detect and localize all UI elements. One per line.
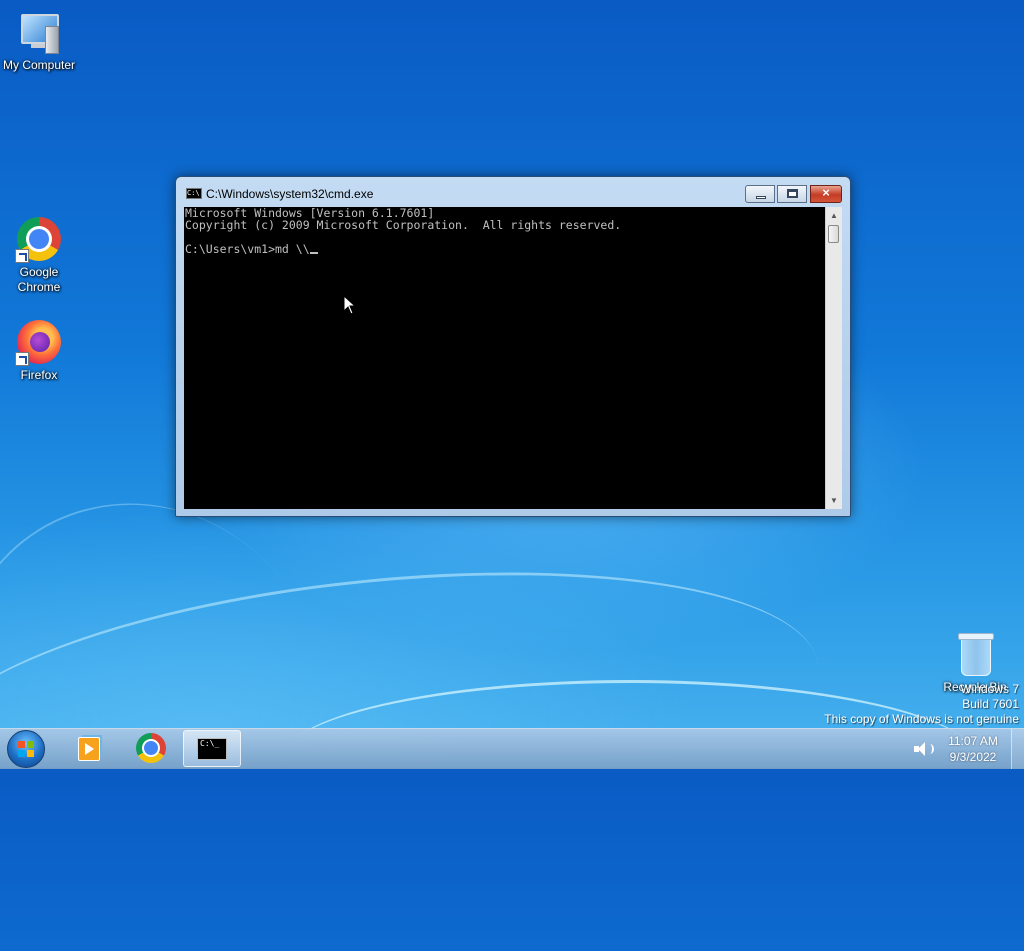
watermark-line: Windows 7 [960,682,1019,696]
chrome-icon [15,215,63,263]
scroll-up-arrow-icon[interactable]: ▲ [826,207,842,224]
console-area[interactable]: Microsoft Windows [Version 6.1.7601] Cop… [184,207,842,509]
windows-logo-icon [18,741,34,757]
cmd-icon[interactable]: C:\ [186,188,202,199]
chrome-icon [136,733,166,763]
shortcut-arrow-icon [15,352,29,366]
start-button[interactable] [7,730,45,768]
tray-clock[interactable]: 11:07 AM 9/3/2022 [940,733,1006,765]
cmd-window[interactable]: C:\ C:\Windows\system32\cmd.exe × Micros… [175,176,851,517]
scroll-thumb[interactable] [828,225,839,243]
wallpaper-swoosh [0,533,832,890]
firefox-icon [15,318,63,366]
cmd-titlebar[interactable]: C:\ C:\Windows\system32\cmd.exe × [176,177,850,207]
taskbar-media-player-button[interactable] [60,730,118,767]
clock-time: 11:07 AM [948,734,998,748]
desktop-icon-firefox[interactable]: Firefox [0,318,78,383]
close-icon: × [822,185,830,200]
vertical-scrollbar[interactable]: ▲ ▼ [825,207,842,509]
mouse-pointer-icon [343,295,357,315]
scroll-down-arrow-icon[interactable]: ▼ [826,492,842,509]
text-cursor [309,252,318,254]
desktop-icon-label: Google Chrome [17,265,61,294]
volume-icon[interactable] [914,741,934,757]
maximize-button[interactable] [777,185,807,203]
recycle-bin-icon [951,630,999,678]
watermark-line: This copy of Windows is not genuine [824,712,1019,726]
console-output[interactable]: Microsoft Windows [Version 6.1.7601] Cop… [185,207,825,509]
windows-watermark: Windows 7 Build 7601 This copy of Window… [824,682,1019,727]
close-button[interactable]: × [810,185,842,203]
taskbar: C:\_ 11:07 AM 9/3/2022 [0,728,1024,769]
minimize-button[interactable] [745,185,775,203]
desktop-icon-label: My Computer [2,58,76,72]
taskbar-chrome-button[interactable] [122,730,180,767]
watermark-line: Build 7601 [962,697,1019,711]
desktop-icon-google-chrome[interactable]: Google Chrome [0,215,78,295]
taskbar-cmd-button[interactable]: C:\_ [183,730,241,767]
console-prompt-line: C:\Users\vm1>md \\ [185,242,310,256]
cmd-icon: C:\_ [197,738,227,760]
minimize-icon [756,196,766,199]
desktop-icon-my-computer[interactable]: My Computer [0,8,78,73]
media-player-icon [78,737,100,761]
show-desktop-button[interactable] [1011,729,1024,769]
desktop-icon-label: Firefox [20,368,58,382]
computer-icon [15,8,63,56]
maximize-icon [787,189,798,198]
window-title: C:\Windows\system32\cmd.exe [206,187,374,201]
console-line: Copyright (c) 2009 Microsoft Corporation… [185,218,622,232]
clock-date: 9/3/2022 [949,750,997,764]
shortcut-arrow-icon [15,249,29,263]
